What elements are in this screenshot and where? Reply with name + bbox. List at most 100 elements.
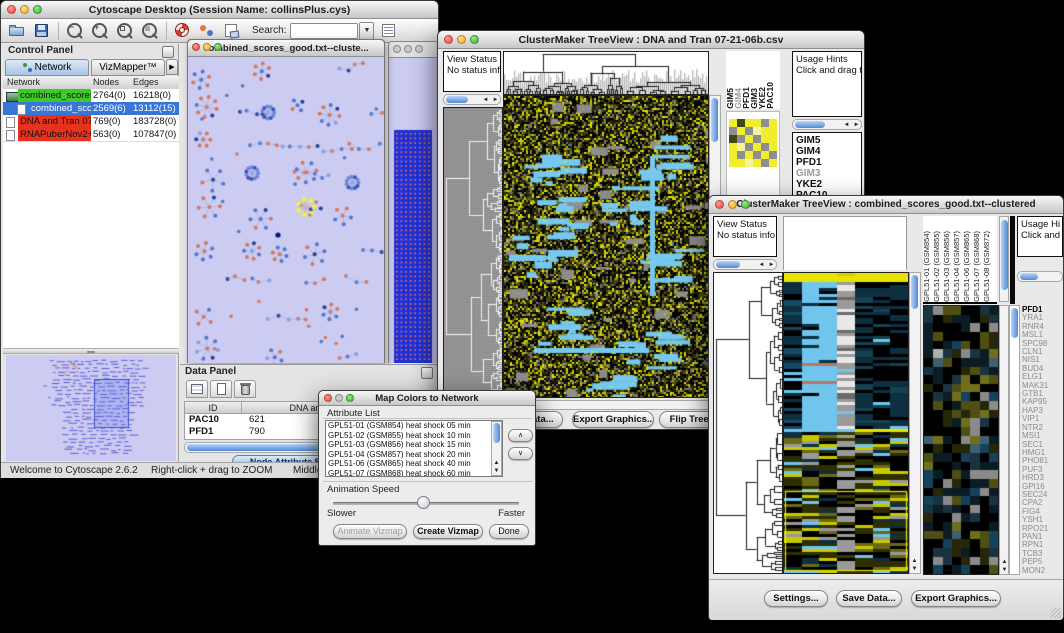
attribute-table-icon[interactable] [186, 380, 208, 398]
column-header[interactable]: Network [7, 76, 40, 89]
close-button[interactable] [393, 45, 401, 53]
create-vizmap-button[interactable]: Create Vizmap [413, 524, 483, 539]
network-canvas[interactable] [188, 57, 384, 363]
search-options-icon[interactable] [381, 23, 399, 39]
array-label[interactable]: GPL51-08 (GSM872) [983, 231, 993, 302]
zoom-selected-icon[interactable] [141, 23, 159, 39]
heatmap-cell[interactable] [753, 151, 761, 159]
heatmap-cell[interactable] [737, 135, 745, 143]
gene-list-vscrollbar[interactable] [1009, 305, 1020, 575]
close-button[interactable] [7, 5, 16, 14]
heatmap-cell[interactable] [753, 159, 761, 167]
heatmap-cell[interactable] [737, 151, 745, 159]
tab-network[interactable]: Network [5, 59, 89, 76]
resize-grip[interactable] [1051, 608, 1061, 618]
network-overview-thumbnail[interactable] [6, 355, 176, 461]
zoom-button[interactable] [470, 35, 479, 44]
zoom-fit-icon[interactable] [116, 23, 134, 39]
attribute-item[interactable]: GPL51-04 (GSM857) heat shock 20 min [326, 450, 502, 460]
zoom-button[interactable] [415, 45, 423, 53]
zoom-heatmap[interactable] [729, 119, 777, 167]
heatmap-cell[interactable] [753, 127, 761, 135]
heatmap-cell[interactable] [745, 119, 753, 127]
minimize-button[interactable] [335, 394, 343, 402]
tab-vizmapper[interactable]: VizMapper™ [91, 59, 165, 76]
gene-label[interactable]: GIM3 [796, 168, 858, 179]
export-graphics-button[interactable]: Export Graphics... [911, 590, 1001, 607]
speed-slider-thumb[interactable] [417, 496, 430, 509]
heatmap-cell[interactable] [737, 127, 745, 135]
minimize-button[interactable] [20, 5, 29, 14]
heatmap-cell[interactable] [769, 151, 777, 159]
attribute-item[interactable]: GPL51-06 (GSM865) heat shock 40 min [326, 459, 502, 469]
zoom-button[interactable] [741, 200, 750, 209]
global-heatmap[interactable] [783, 272, 909, 574]
attribute-list-vscrollbar[interactable]: ▲▼ [491, 421, 502, 476]
export-graphics-button[interactable]: Export Graphics... [572, 411, 654, 428]
save-icon[interactable] [33, 23, 51, 39]
search-dropdown-arrow[interactable]: ▼ [359, 22, 374, 40]
heatmap-cell[interactable] [729, 143, 737, 151]
dialog-titlebar[interactable]: Map Colors to Network [319, 391, 535, 406]
animate-vizmap-button[interactable]: Animate Vizmap [333, 524, 407, 539]
gene-label[interactable]: GIM4 [796, 146, 858, 157]
column-header[interactable]: Nodes [93, 76, 119, 89]
heatmap-cell[interactable] [769, 143, 777, 151]
heatmap-cell[interactable] [729, 159, 737, 167]
view-status-hscrollbar[interactable]: ◄► [713, 259, 777, 270]
array-label[interactable]: PAC10 [766, 82, 774, 109]
vizmapper-icon[interactable] [199, 23, 217, 39]
heatmap-vscrollbar[interactable]: ▲▼ [909, 272, 921, 574]
close-button[interactable] [444, 35, 453, 44]
move-down-button[interactable]: ∨ [508, 447, 533, 460]
attribute-listbox[interactable]: GPL51-01 (GSM854) heat shock 05 minGPL51… [325, 420, 503, 477]
close-button[interactable] [192, 43, 200, 51]
attribute-item[interactable]: GPL51-01 (GSM854) heat shock 05 min [326, 421, 502, 431]
treeview-dna-titlebar[interactable]: ClusterMaker TreeView : DNA and Tran 07-… [438, 31, 864, 49]
attribute-item[interactable]: GPL51-02 (GSM855) heat shock 10 min [326, 431, 502, 441]
close-button[interactable] [324, 394, 332, 402]
search-input[interactable] [290, 23, 358, 39]
new-attribute-icon[interactable] [210, 380, 232, 398]
heatmap-cell[interactable] [729, 127, 737, 135]
heatmap-cell[interactable] [769, 119, 777, 127]
delete-attribute-trash-icon[interactable] [234, 380, 256, 398]
heatmap-cell[interactable] [737, 159, 745, 167]
save-data-button[interactable]: Save Data... [836, 590, 902, 607]
heatmap-cell[interactable] [761, 143, 769, 151]
heatmap-cell[interactable] [729, 135, 737, 143]
heatmap-cell[interactable] [769, 135, 777, 143]
heatmap-cell[interactable] [761, 135, 769, 143]
heatmap-cell[interactable] [769, 127, 777, 135]
panel-divider[interactable] [3, 348, 179, 354]
heatmap-cell[interactable] [761, 119, 769, 127]
zoom-button[interactable] [214, 43, 222, 51]
zoom-in-icon[interactable]: + [91, 23, 109, 39]
snapshot-icon[interactable] [224, 23, 242, 39]
zoom-view-scrollbar[interactable]: ▲▼ [999, 305, 1009, 575]
network-row[interactable]: DNA and Tran 07769(0)183728(0) [3, 115, 179, 128]
zoom-button[interactable] [33, 5, 42, 14]
minimize-button[interactable] [728, 200, 737, 209]
heatmap-cell[interactable] [753, 135, 761, 143]
panel-float-icon[interactable] [421, 367, 433, 379]
zoom-button[interactable] [346, 394, 354, 402]
heatmap-cell[interactable] [729, 119, 737, 127]
attribute-item[interactable]: GPL51-03 (GSM856) heat shock 15 min [326, 440, 502, 450]
heatmap-cell[interactable] [737, 119, 745, 127]
zoom-out-icon[interactable]: − [66, 23, 84, 39]
attribute-item[interactable]: GPL51-07 (GSM868) heat shock 60 min [326, 469, 502, 478]
gene-dendrogram[interactable] [443, 107, 503, 399]
secondary-net-titlebar[interactable] [389, 42, 438, 58]
close-button[interactable] [715, 200, 724, 209]
heatmap-cell[interactable] [745, 127, 753, 135]
network-titlebar[interactable]: combined_scores_good.txt--cluste... [188, 40, 384, 57]
network-row[interactable]: combined_sco2569(6)13112(15) [3, 102, 179, 115]
heatmap-cell[interactable] [761, 151, 769, 159]
tab-overflow-arrow[interactable]: ▶ [166, 59, 178, 75]
main-titlebar[interactable]: Cytoscape Desktop (Session Name: collins… [1, 1, 438, 19]
open-folder-icon[interactable] [8, 23, 26, 39]
heatmap-cell[interactable] [745, 135, 753, 143]
minimize-button[interactable] [404, 45, 412, 53]
usage-hints-hscrollbar[interactable]: ◄► [792, 119, 862, 130]
